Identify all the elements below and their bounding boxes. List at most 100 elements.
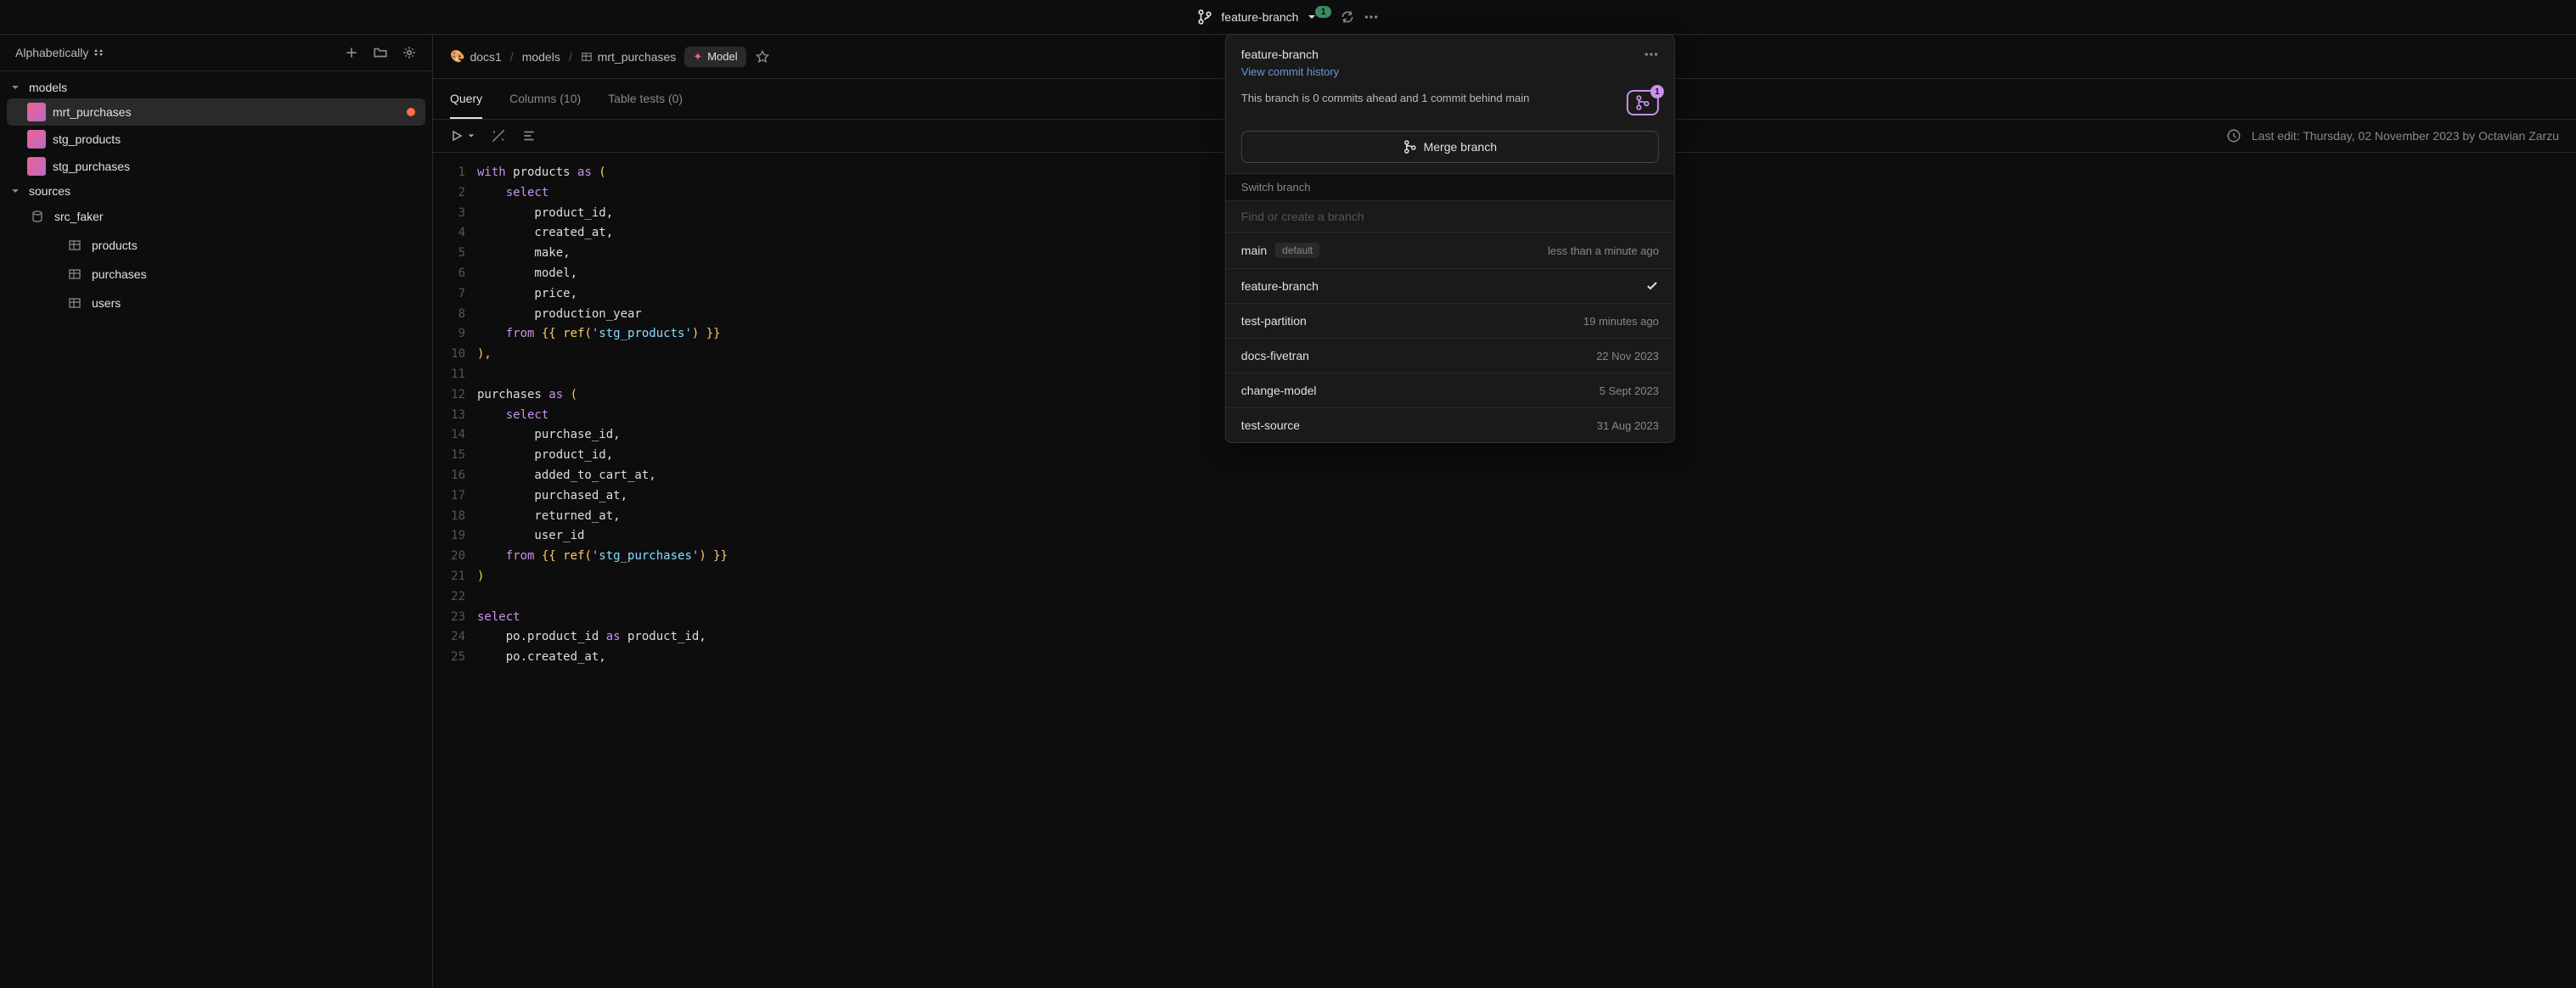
branch-item-meta: 22 Nov 2023 — [1596, 350, 1659, 362]
tab-columns[interactable]: Columns (10) — [509, 79, 581, 119]
tree-label: users — [92, 296, 422, 310]
tree-item-users[interactable]: users — [0, 289, 432, 317]
branch-change-badge: 1 — [1315, 6, 1330, 18]
branch-item-name: test-partition — [1241, 314, 1307, 328]
table-icon — [65, 293, 85, 313]
branch-item-feature[interactable]: feature-branch — [1226, 269, 1674, 304]
code-line[interactable]: returned_at, — [477, 507, 2576, 527]
branch-item-name: main — [1241, 244, 1267, 257]
branch-item-meta: 31 Aug 2023 — [1597, 419, 1659, 432]
model-icon — [27, 130, 46, 149]
code-line[interactable]: added_to_cart_at, — [477, 466, 2576, 486]
tree-label: products — [92, 239, 422, 252]
breadcrumb-folder[interactable]: models — [522, 50, 560, 64]
more-icon[interactable] — [1364, 9, 1379, 25]
tree-folder-models[interactable]: models — [0, 76, 432, 98]
model-icon: ✦ — [693, 50, 702, 64]
code-line[interactable]: product_id, — [477, 446, 2576, 466]
branch-item-meta: less than a minute ago — [1548, 244, 1659, 257]
breadcrumb-file[interactable]: mrt_purchases — [581, 50, 677, 64]
code-line[interactable]: from {{ ref('stg_purchases') }} — [477, 547, 2576, 567]
tree-label: purchases — [92, 267, 422, 281]
database-icon — [27, 206, 48, 227]
tree-item-stg-products[interactable]: stg_products — [0, 126, 432, 153]
table-icon — [65, 235, 85, 255]
switch-branch-header: Switch branch — [1226, 173, 1674, 201]
sidebar: Alphabetically — [0, 35, 433, 988]
branch-item-name: test-source — [1241, 418, 1300, 432]
merge-icon — [1403, 140, 1417, 154]
tree-item-src-faker[interactable]: src_faker — [0, 202, 432, 231]
tree-label: mrt_purchases — [53, 105, 400, 119]
merge-branch-label: Merge branch — [1424, 140, 1497, 154]
breadcrumb-repo[interactable]: 🎨 docs1 — [450, 49, 502, 64]
settings-icon[interactable] — [402, 45, 417, 60]
branch-selector[interactable]: feature-branch 1 — [1197, 9, 1378, 25]
tree-item-products[interactable]: products — [0, 231, 432, 260]
chevron-down-icon — [10, 186, 22, 196]
branch-search-input[interactable] — [1241, 210, 1659, 223]
code-line[interactable]: ) — [477, 567, 2576, 587]
branch-item-docs-fivetran[interactable]: docs-fivetran 22 Nov 2023 — [1226, 339, 1674, 373]
code-line[interactable]: user_id — [477, 526, 2576, 547]
tree-item-purchases[interactable]: purchases — [0, 260, 432, 289]
code-line[interactable]: purchased_at, — [477, 486, 2576, 507]
merge-counter-badge: 1 — [1651, 85, 1664, 98]
chevron-down-icon — [10, 82, 22, 93]
tree-label: stg_products — [53, 132, 422, 146]
breadcrumb-sep: / — [569, 50, 572, 64]
modified-dot-icon — [407, 108, 415, 116]
new-file-icon[interactable] — [344, 45, 359, 60]
branch-item-name: feature-branch — [1241, 279, 1319, 293]
palette-icon: 🎨 — [450, 49, 464, 64]
branch-item-name: docs-fivetran — [1241, 349, 1309, 362]
tab-query[interactable]: Query — [450, 79, 482, 119]
tree-label: models — [29, 81, 422, 94]
format-icon[interactable] — [521, 128, 537, 143]
git-branch-icon — [1197, 9, 1212, 25]
sort-dropdown[interactable]: Alphabetically — [15, 46, 104, 59]
code-line[interactable]: select — [477, 608, 2576, 628]
default-badge: default — [1275, 243, 1319, 258]
branch-item-name: change-model — [1241, 384, 1317, 397]
sort-label: Alphabetically — [15, 46, 88, 59]
branch-panel: feature-branch View commit history This … — [1225, 34, 1675, 443]
view-commit-history-link[interactable]: View commit history — [1226, 65, 1674, 87]
magic-icon[interactable] — [491, 128, 506, 143]
tree-folder-sources[interactable]: sources — [0, 180, 432, 202]
tree-item-mrt-purchases[interactable]: mrt_purchases — [7, 98, 425, 126]
panel-title: feature-branch — [1241, 48, 1319, 61]
branch-item-main[interactable]: main default less than a minute ago — [1226, 233, 1674, 269]
merge-branch-button[interactable]: Merge branch — [1241, 131, 1659, 163]
branch-item-test-source[interactable]: test-source 31 Aug 2023 — [1226, 408, 1674, 442]
run-button[interactable] — [450, 129, 475, 143]
model-type-badge: ✦ Model — [684, 47, 745, 67]
merge-counter-icon[interactable]: 1 — [1627, 90, 1659, 115]
branch-item-change-model[interactable]: change-model 5 Sept 2023 — [1226, 373, 1674, 408]
branch-status-message: This branch is 0 commits ahead and 1 com… — [1241, 90, 1530, 107]
tab-tests[interactable]: Table tests (0) — [608, 79, 683, 119]
branch-item-test-partition[interactable]: test-partition 19 minutes ago — [1226, 304, 1674, 339]
code-line[interactable]: po.created_at, — [477, 648, 2576, 668]
star-icon[interactable] — [755, 49, 770, 65]
last-edit-text: Last edit: Thursday, 02 November 2023 by… — [2252, 129, 2559, 143]
table-icon — [65, 264, 85, 284]
branch-list: main default less than a minute ago feat… — [1226, 232, 1674, 442]
check-icon — [1645, 279, 1659, 293]
branch-item-meta: 19 minutes ago — [1583, 315, 1659, 328]
tree-item-stg-purchases[interactable]: stg_purchases — [0, 153, 432, 180]
sync-icon[interactable] — [1340, 9, 1355, 25]
code-line[interactable]: po.product_id as product_id, — [477, 627, 2576, 648]
history-icon[interactable] — [2226, 128, 2241, 143]
branch-item-meta: 5 Sept 2023 — [1600, 385, 1659, 397]
panel-more-icon[interactable] — [1644, 47, 1659, 62]
table-icon — [581, 51, 593, 63]
breadcrumb-sep: / — [510, 50, 514, 64]
branch-name: feature-branch — [1221, 10, 1298, 24]
code-line[interactable] — [477, 587, 2576, 608]
sort-icon — [93, 48, 104, 58]
tree-label: sources — [29, 184, 422, 198]
tree-label: stg_purchases — [53, 160, 422, 173]
new-folder-icon[interactable] — [373, 45, 388, 60]
tree-label: src_faker — [54, 210, 422, 223]
